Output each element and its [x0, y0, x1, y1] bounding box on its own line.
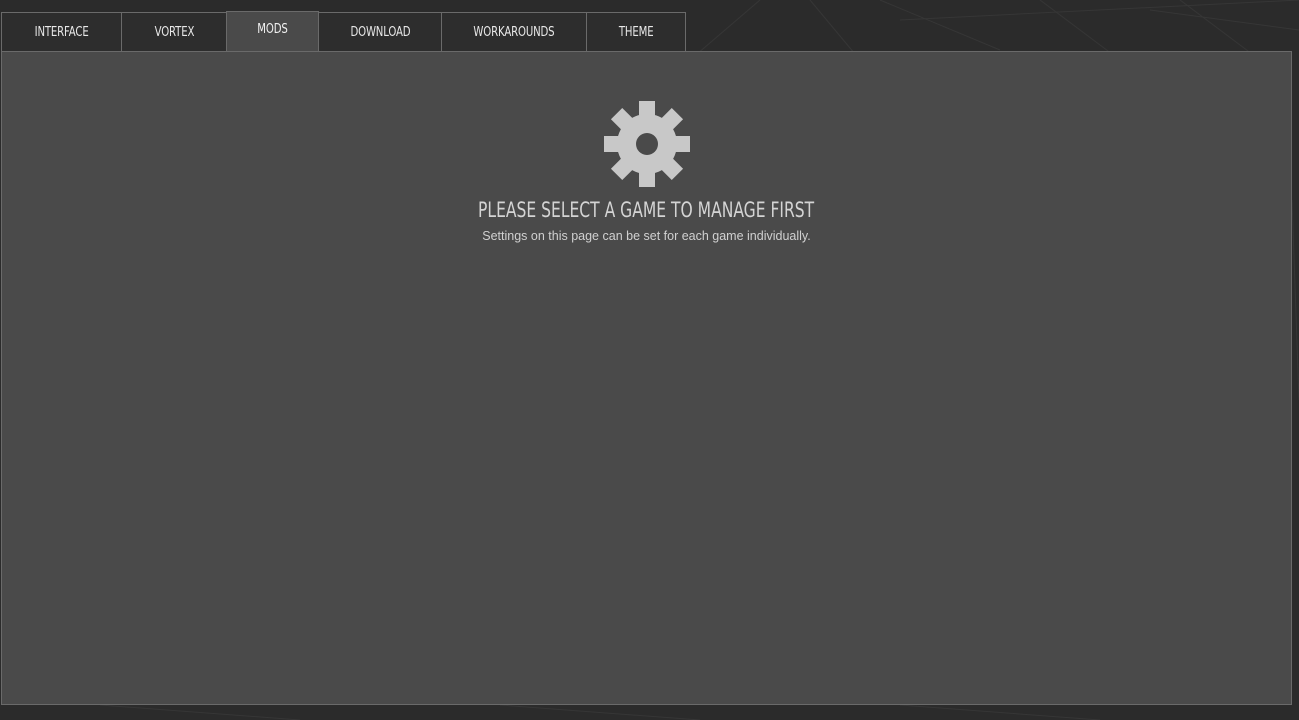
- tab-theme-label: THEME: [618, 24, 654, 40]
- tab-mods[interactable]: MODS: [226, 11, 319, 51]
- settings-tabs: INTERFACE VORTEX MODS DOWNLOAD WORKAROUN…: [1, 11, 686, 52]
- tab-workarounds[interactable]: WORKAROUNDS: [441, 12, 587, 51]
- tab-download-label: DOWNLOAD: [349, 24, 410, 40]
- tab-interface[interactable]: INTERFACE: [1, 12, 122, 51]
- empty-state-title-text: PLEASE SELECT A GAME TO MANAGE FIRST: [478, 198, 815, 222]
- tab-interface-label: INTERFACE: [34, 24, 89, 40]
- tab-mods-label: MODS: [257, 22, 288, 37]
- empty-state-title: PLEASE SELECT A GAME TO MANAGE FIRST: [2, 196, 1291, 224]
- empty-state: PLEASE SELECT A GAME TO MANAGE FIRST Set…: [2, 100, 1291, 244]
- tab-vortex[interactable]: VORTEX: [121, 12, 227, 51]
- tab-theme[interactable]: THEME: [586, 12, 686, 51]
- gear-icon: [603, 101, 690, 187]
- tab-workarounds-label: WORKAROUNDS: [473, 24, 555, 40]
- tab-download[interactable]: DOWNLOAD: [318, 12, 442, 51]
- settings-panel: PLEASE SELECT A GAME TO MANAGE FIRST Set…: [1, 51, 1292, 705]
- empty-state-subtitle: Settings on this page can be set for eac…: [482, 229, 811, 243]
- tab-vortex-label: VORTEX: [154, 24, 194, 40]
